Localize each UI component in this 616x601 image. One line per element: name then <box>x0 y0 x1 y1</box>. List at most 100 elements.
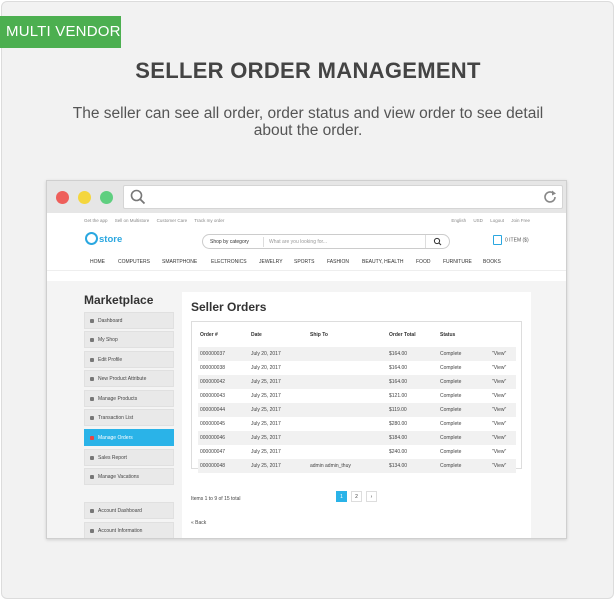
cell-status: Complete <box>440 393 462 399</box>
view-order-link[interactable]: "View" <box>492 421 506 427</box>
page-1-button[interactable]: 1 <box>336 491 347 502</box>
close-window-button[interactable] <box>56 191 69 204</box>
sidebar-item-manage-vacations[interactable]: Manage Vacations <box>84 468 174 485</box>
col-status: Status <box>440 332 456 338</box>
items-count: Items 1 to 9 of 15 total <box>191 496 241 502</box>
table-row: 000000046 July 25, 2017 $184.00 Complete "Vi… <box>198 431 516 445</box>
customer-care-link[interactable]: Customer Care <box>157 218 188 223</box>
address-bar[interactable] <box>123 185 563 209</box>
nav-sports[interactable]: SPORTS <box>294 259 314 265</box>
maximize-window-button[interactable] <box>100 191 113 204</box>
cell-date: July 25, 2017 <box>251 421 281 427</box>
nav-beauty-health[interactable]: BEAUTY, HEALTH <box>362 259 404 265</box>
search-button[interactable] <box>425 235 449 248</box>
nav-electronics[interactable]: ELECTRONICS <box>211 259 247 265</box>
nav-smartphone[interactable]: SMARTPHONE <box>162 259 197 265</box>
view-order-link[interactable]: "View" <box>492 351 506 357</box>
nav-home[interactable]: HOME <box>90 259 105 265</box>
main-nav: HOME COMPUTERS SMARTPHONE ELECTRONICS JE… <box>47 255 566 271</box>
orders-icon <box>90 436 94 440</box>
get-app-link[interactable]: Get the app <box>84 218 108 223</box>
cell-date: July 20, 2017 <box>251 351 281 357</box>
browser-toolbar <box>47 181 566 213</box>
sidebar-title: Marketplace <box>84 293 154 307</box>
transfer-icon <box>90 416 94 420</box>
cell-date: July 25, 2017 <box>251 379 281 385</box>
feature-description: The seller can see all order, order stat… <box>72 105 544 139</box>
search-icon <box>433 237 442 246</box>
reload-icon[interactable] <box>542 189 558 205</box>
track-order-link[interactable]: Track my order <box>194 218 224 223</box>
view-order-link[interactable]: "View" <box>492 379 506 385</box>
back-link[interactable]: « Back <box>191 520 206 526</box>
view-order-link[interactable]: "View" <box>492 365 506 371</box>
sidebar-item-manage-orders[interactable]: Manage Orders <box>84 429 174 446</box>
cell-order: 000000042 <box>200 379 226 385</box>
logout-link[interactable]: Logout <box>490 218 504 223</box>
cell-status: Complete <box>440 365 462 371</box>
nav-jewelry[interactable]: JEWELRY <box>259 259 283 265</box>
nav-computers[interactable]: COMPUTERS <box>118 259 150 265</box>
sidebar-item-manage-products[interactable]: Manage Products <box>84 390 174 407</box>
cell-date: July 25, 2017 <box>251 407 281 413</box>
shop-icon <box>90 338 94 342</box>
page-title: Seller Orders <box>191 300 267 314</box>
col-order: Order # <box>200 332 218 338</box>
cell-date: July 25, 2017 <box>251 393 281 399</box>
view-order-link[interactable]: "View" <box>492 393 506 399</box>
browser-window: Get the app Sell on Multistore Customer … <box>46 180 567 539</box>
cell-status: Complete <box>440 407 462 413</box>
sidebar-item-account-dashboard[interactable]: Account Dashboard <box>84 502 174 519</box>
table-row: 000000048 July 25, 2017 admin admin_thuy $1… <box>198 459 516 473</box>
site-logo[interactable]: store <box>85 232 122 246</box>
cell-date: July 25, 2017 <box>251 463 281 469</box>
sidebar-item-account-information[interactable]: Account Information <box>84 522 174 538</box>
user-icon <box>90 358 94 362</box>
cell-date: July 25, 2017 <box>251 449 281 455</box>
sell-link[interactable]: Sell on Multistore <box>115 218 150 223</box>
sidebar-item-dashboard[interactable]: Dashboard <box>84 312 174 329</box>
shopping-bag-icon <box>493 235 502 245</box>
sidebar-item-transaction-list[interactable]: Transaction List <box>84 409 174 426</box>
feature-title: SELLER ORDER MANAGEMENT <box>135 58 481 83</box>
col-ship-to: Ship To <box>310 332 328 338</box>
currency-select[interactable]: USD <box>473 218 483 223</box>
view-order-link[interactable]: "View" <box>492 435 506 441</box>
seller-orders-panel: Seller Orders Order # Date Ship To Order… <box>182 292 531 538</box>
info-icon <box>90 529 94 533</box>
cell-order: 000000038 <box>200 365 226 371</box>
view-order-link[interactable]: "View" <box>492 449 506 455</box>
account-content: Marketplace Dashboard My Shop Edit Profi… <box>47 281 566 538</box>
cell-status: Complete <box>440 421 462 427</box>
next-page-button[interactable]: › <box>366 491 377 502</box>
chart-icon <box>90 456 94 460</box>
view-order-link[interactable]: "View" <box>492 463 506 469</box>
minimize-window-button[interactable] <box>78 191 91 204</box>
cell-status: Complete <box>440 379 462 385</box>
cell-total: $119.00 <box>389 407 407 413</box>
sidebar-item-sales-report[interactable]: Sales Report <box>84 449 174 466</box>
table-row: 000000038 July 20, 2017 $164.00 Complete "Vi… <box>198 361 516 375</box>
nav-furniture[interactable]: FURNITURE <box>443 259 472 265</box>
join-free-link[interactable]: Join Free <box>511 218 530 223</box>
category-select[interactable]: Shop by category <box>210 239 249 245</box>
cell-order: 000000044 <box>200 407 226 413</box>
nav-fashion[interactable]: FASHION <box>327 259 349 265</box>
sidebar-item-my-shop[interactable]: My Shop <box>84 331 174 348</box>
list-icon <box>90 377 94 381</box>
cell-total: $184.00 <box>389 435 408 441</box>
cell-date: July 20, 2017 <box>251 365 281 371</box>
cart-button[interactable]: 0 ITEM ($) <box>493 235 529 245</box>
page-2-button[interactable]: 2 <box>351 491 362 502</box>
nav-food[interactable]: FOOD <box>416 259 430 265</box>
cell-total: $164.00 <box>389 379 408 385</box>
table-header: Order # Date Ship To Order Total Status <box>192 322 521 342</box>
sidebar-item-edit-profile[interactable]: Edit Profile <box>84 351 174 368</box>
nav-books[interactable]: BOOKS <box>483 259 501 265</box>
cell-total: $134.00 <box>389 463 408 469</box>
sidebar-item-new-attribute[interactable]: New Product Attribute <box>84 370 174 387</box>
language-select[interactable]: English <box>451 218 466 223</box>
cell-order: 000000047 <box>200 449 226 455</box>
view-order-link[interactable]: "View" <box>492 407 506 413</box>
search-input[interactable]: What are you looking for... <box>269 239 327 245</box>
